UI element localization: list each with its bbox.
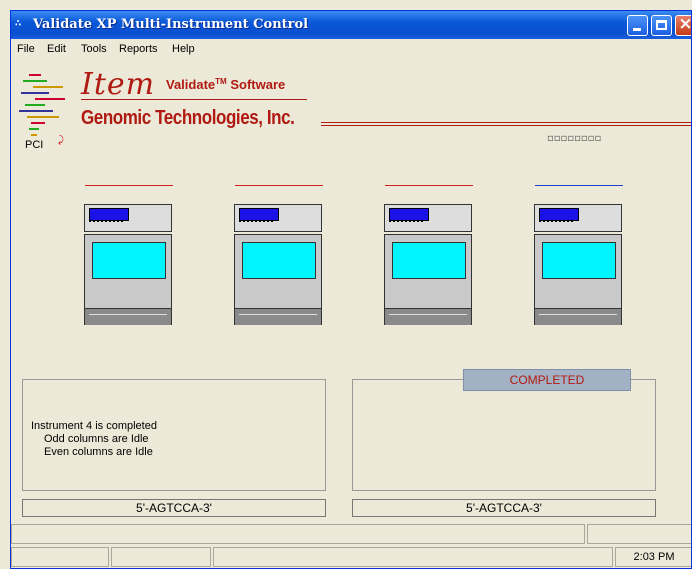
minimize-icon bbox=[633, 28, 641, 31]
menu-bar: File Edit Tools Reports Help bbox=[11, 39, 691, 61]
pci-label: PCI bbox=[25, 139, 44, 151]
instrument-3-status-line bbox=[385, 185, 473, 186]
brand-software: Software bbox=[230, 77, 286, 92]
left-sequence-field: 5'-AGTCCA-3' bbox=[22, 499, 326, 517]
instrument-2[interactable] bbox=[234, 204, 322, 325]
instrument-screen bbox=[92, 242, 166, 279]
instrument-1[interactable] bbox=[84, 204, 172, 325]
status-pane-right bbox=[587, 524, 691, 544]
instrument-4-status-line bbox=[535, 185, 623, 186]
right-sequence-field: 5'-AGTCCA-3' bbox=[352, 499, 656, 517]
instrument-screen bbox=[242, 242, 316, 279]
instrument-4[interactable] bbox=[534, 204, 622, 325]
brand-validate-software: ValidateTM Software bbox=[166, 77, 285, 92]
main-area: PCI ⤸ Item ValidateTM Software Genomic T… bbox=[11, 61, 691, 520]
status-line-odd: Odd columns are Idle bbox=[44, 433, 149, 445]
instrument-body bbox=[384, 234, 472, 325]
left-status-panel: Instrument 4 is completed Odd columns ar… bbox=[22, 379, 326, 491]
instrument-top-panel bbox=[384, 204, 472, 232]
app-icon: ∴ bbox=[15, 19, 22, 29]
completed-badge: COMPLETED bbox=[463, 369, 631, 391]
instrument-screen bbox=[542, 242, 616, 279]
status-clock: 2:03 PM bbox=[615, 547, 691, 567]
header-rule bbox=[321, 122, 691, 126]
status-line-even: Even columns are Idle bbox=[44, 446, 153, 458]
left-status-text: Instrument 4 is completed Odd columns ar… bbox=[31, 420, 157, 459]
instrument-top-panel bbox=[84, 204, 172, 232]
menu-help[interactable]: Help bbox=[172, 43, 195, 55]
instrument-body bbox=[234, 234, 322, 325]
maximize-button[interactable] bbox=[651, 15, 672, 36]
dna-logo-icon bbox=[19, 74, 65, 136]
minimize-button[interactable] bbox=[627, 15, 648, 36]
status-bar: 2:03 PM bbox=[11, 522, 691, 568]
pci-mark-icon: ⤸ bbox=[58, 135, 64, 146]
instrument-base bbox=[235, 308, 321, 325]
company-name: Genomic Technologies, Inc. bbox=[81, 107, 295, 129]
instrument-base bbox=[385, 308, 471, 325]
indicator-dots: ▫▫▫▫▫▫▫▫ bbox=[547, 133, 602, 144]
status-pane-main bbox=[11, 524, 585, 544]
status-pane-2 bbox=[111, 547, 211, 567]
window-title: Validate XP Multi-Instrument Control bbox=[33, 17, 309, 32]
brand-divider bbox=[81, 99, 307, 100]
close-button[interactable]: × bbox=[675, 14, 692, 36]
instrument-keypad bbox=[539, 220, 573, 224]
instrument-screen bbox=[392, 242, 466, 279]
title-bar[interactable]: ∴ Validate XP Multi-Instrument Control × bbox=[11, 11, 691, 39]
menu-reports[interactable]: Reports bbox=[119, 43, 158, 55]
instrument-keypad bbox=[389, 220, 423, 224]
maximize-icon bbox=[656, 20, 667, 30]
app-window: ∴ Validate XP Multi-Instrument Control ×… bbox=[10, 10, 692, 569]
instrument-3[interactable] bbox=[384, 204, 472, 325]
status-pane-1 bbox=[11, 547, 109, 567]
instrument-2-status-line bbox=[235, 185, 323, 186]
menu-file[interactable]: File bbox=[17, 43, 35, 55]
brand-item: Item bbox=[81, 67, 156, 102]
trademark-mark: TM bbox=[215, 77, 227, 86]
instrument-base bbox=[85, 308, 171, 325]
instrument-1-status-line bbox=[85, 185, 173, 186]
instrument-base bbox=[535, 308, 621, 325]
menu-tools[interactable]: Tools bbox=[81, 43, 107, 55]
right-status-panel bbox=[352, 379, 656, 491]
instrument-top-panel bbox=[234, 204, 322, 232]
menu-edit[interactable]: Edit bbox=[47, 43, 66, 55]
instrument-body bbox=[84, 234, 172, 325]
instrument-keypad bbox=[89, 220, 123, 224]
instrument-keypad bbox=[239, 220, 273, 224]
brand-validate: Validate bbox=[166, 77, 216, 92]
close-icon: × bbox=[678, 14, 692, 34]
instrument-top-panel bbox=[534, 204, 622, 232]
status-line-instrument: Instrument 4 is completed bbox=[31, 420, 157, 432]
instrument-body bbox=[534, 234, 622, 325]
status-pane-3 bbox=[213, 547, 613, 567]
